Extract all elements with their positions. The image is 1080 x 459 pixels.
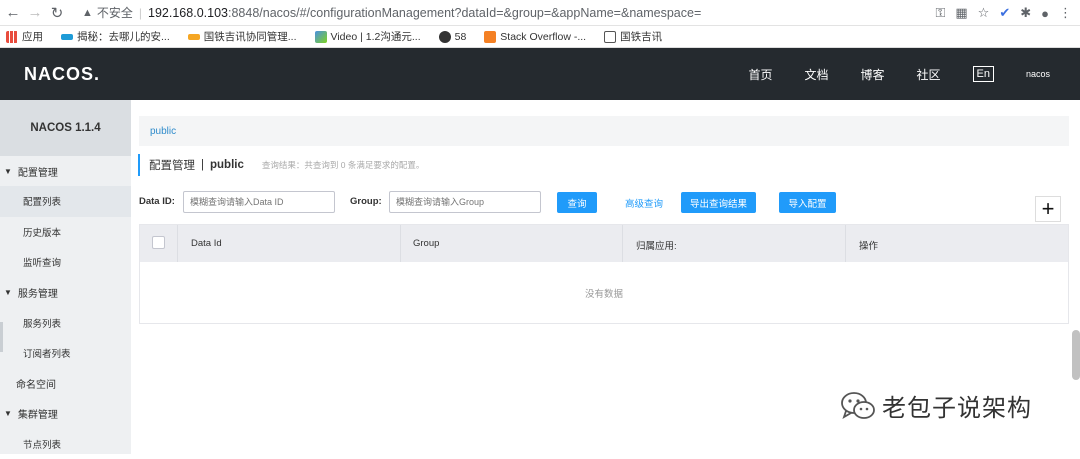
version-label: NACOS 1.1.4 xyxy=(0,100,131,156)
table-header: Data Id Group 归属应用: 操作 xyxy=(140,225,1068,262)
group-label: Group: xyxy=(350,196,382,207)
nacos-logo[interactable]: NACOS. xyxy=(24,64,100,85)
config-table: Data Id Group 归属应用: 操作 没有数据 xyxy=(139,224,1069,324)
bookmark-folder[interactable]: 国铁吉讯 xyxy=(604,29,662,44)
stackoverflow-icon xyxy=(484,31,496,43)
nav-docs[interactable]: 文档 xyxy=(804,66,828,83)
insecure-label[interactable]: 不安全 xyxy=(97,4,133,21)
page-title: 配置管理 | public 查询结果：共查询到 0 条满足要求的配置。 xyxy=(138,154,424,176)
page-title-namespace: public xyxy=(210,159,244,171)
ad-icon xyxy=(188,34,200,40)
query-button[interactable]: 查询 xyxy=(557,192,597,213)
caret-down-icon: ▼ xyxy=(4,288,12,297)
column-header-actions: 操作 xyxy=(859,238,878,252)
sidebar-item-config-list[interactable]: 配置列表 xyxy=(0,186,131,217)
url-host[interactable]: 192.168.0.103 xyxy=(148,6,228,20)
language-switch[interactable]: En xyxy=(973,66,994,82)
more-menu-icon[interactable]: ⋮ xyxy=(1059,5,1072,21)
bookmark-cooperation[interactable]: 国铁吉讯协同管理... xyxy=(188,29,297,44)
sidebar: NACOS 1.1.4 ▼ 配置管理 配置列表 历史版本 监听查询 ▼ 服务管理… xyxy=(0,100,131,454)
sidebar-scroll-handle[interactable] xyxy=(0,322,3,352)
page-scrollbar[interactable] xyxy=(1072,330,1080,380)
bookmark-apps[interactable]: 应用 xyxy=(6,29,43,44)
import-config-button[interactable]: 导入配置 xyxy=(779,192,836,213)
apps-grid-icon xyxy=(6,31,18,43)
column-divider xyxy=(177,225,178,262)
nav-home[interactable]: 首页 xyxy=(748,66,772,83)
advanced-query-link[interactable]: 高级查询 xyxy=(625,196,663,210)
back-arrow-icon[interactable]: ← xyxy=(2,2,24,24)
nav-blog[interactable]: 博客 xyxy=(860,66,884,83)
empty-table-message: 没有数据 xyxy=(140,262,1068,323)
key-icon[interactable]: ⚿ xyxy=(935,5,945,21)
group-search-input[interactable] xyxy=(389,191,541,213)
bookmarks-bar: 应用 揭秘：去哪儿的安... 国铁吉讯协同管理... Video | 1.2沟通… xyxy=(0,26,1080,48)
namespace-breadcrumb: public xyxy=(139,116,1069,146)
profile-icon[interactable]: ● xyxy=(1041,6,1049,21)
caret-down-icon: ▼ xyxy=(4,409,12,418)
add-config-button[interactable]: + xyxy=(1035,196,1061,222)
sidebar-item-history[interactable]: 历史版本 xyxy=(0,217,131,248)
browser-url-bar: ← → ↻ ▲ 不安全 | 192.168.0.103:8848/nacos/#… xyxy=(0,0,1080,26)
extension-shield-icon[interactable]: ✔ xyxy=(999,5,1010,21)
column-divider xyxy=(622,225,623,262)
search-row: Data ID: Group: 查询 高级查询 导出查询结果 导入配置 xyxy=(139,191,1069,213)
wechat-logo-icon xyxy=(840,389,876,423)
watermark-text: 老包子说架构 xyxy=(882,388,1032,423)
sidebar-item-subscriber-list[interactable]: 订阅者列表 xyxy=(0,338,131,369)
translate-icon[interactable]: ▦ xyxy=(955,5,967,21)
dataid-label: Data ID: xyxy=(139,196,175,207)
sidebar-item-node-list[interactable]: 节点列表 xyxy=(0,429,131,459)
sidebar-group-cluster[interactable]: ▼ 集群管理 xyxy=(0,399,131,429)
export-results-button[interactable]: 导出查询结果 xyxy=(681,192,756,213)
sidebar-group-config[interactable]: ▼ 配置管理 xyxy=(0,156,131,186)
query-result-hint: 查询结果：共查询到 0 条满足要求的配置。 xyxy=(262,159,424,171)
warning-icon[interactable]: ▲ xyxy=(82,7,93,19)
bookmark-video[interactable]: Video | 1.2沟通元... xyxy=(315,29,421,44)
column-header-app[interactable]: 归属应用: xyxy=(636,238,677,252)
column-header-group[interactable]: Group xyxy=(413,238,439,249)
bookmark-qunar[interactable]: 揭秘：去哪儿的安... xyxy=(61,29,170,44)
user-name[interactable]: nacos xyxy=(1026,69,1050,79)
url-divider: | xyxy=(139,6,142,20)
top-nav: 首页 文档 博客 社区 En nacos xyxy=(716,48,1050,100)
sidebar-item-listener-query[interactable]: 监听查询 xyxy=(0,247,131,278)
namespace-public-link[interactable]: public xyxy=(150,126,176,137)
select-all-checkbox[interactable] xyxy=(152,236,165,249)
qunar-icon xyxy=(61,34,73,40)
puzzle-icon[interactable]: ✱ xyxy=(1020,5,1031,21)
caret-down-icon: ▼ xyxy=(4,167,12,176)
nav-community[interactable]: 社区 xyxy=(916,66,940,83)
column-header-dataid[interactable]: Data Id xyxy=(191,238,222,249)
dataid-search-input[interactable] xyxy=(183,191,335,213)
browser-actions: ⚿ ▦ ☆ ✔ ✱ ● ⋮ xyxy=(935,0,1072,26)
video-icon xyxy=(315,31,327,43)
bookmark-58[interactable]: 58 xyxy=(439,31,467,43)
app-header: NACOS. 首页 文档 博客 社区 En nacos xyxy=(0,48,1080,100)
forward-arrow-icon[interactable]: → xyxy=(24,2,46,24)
url-path[interactable]: :8848/nacos/#/configurationManagement?da… xyxy=(228,6,701,20)
page-title-separator: | xyxy=(201,159,204,171)
star-icon[interactable]: ☆ xyxy=(978,5,990,21)
sidebar-item-service-list[interactable]: 服务列表 xyxy=(0,308,131,339)
sidebar-item-namespace[interactable]: 命名空间 xyxy=(0,369,131,399)
sidebar-group-service[interactable]: ▼ 服务管理 xyxy=(0,278,131,308)
column-divider xyxy=(400,225,401,262)
bookmark-stackoverflow[interactable]: Stack Overflow -... xyxy=(484,31,586,43)
folder-icon xyxy=(604,31,616,43)
reload-icon[interactable]: ↻ xyxy=(46,2,68,24)
wechat-watermark: 老包子说架构 xyxy=(840,388,1032,423)
page-title-text: 配置管理 xyxy=(149,157,195,173)
globe-icon xyxy=(439,31,451,43)
column-divider xyxy=(845,225,846,262)
